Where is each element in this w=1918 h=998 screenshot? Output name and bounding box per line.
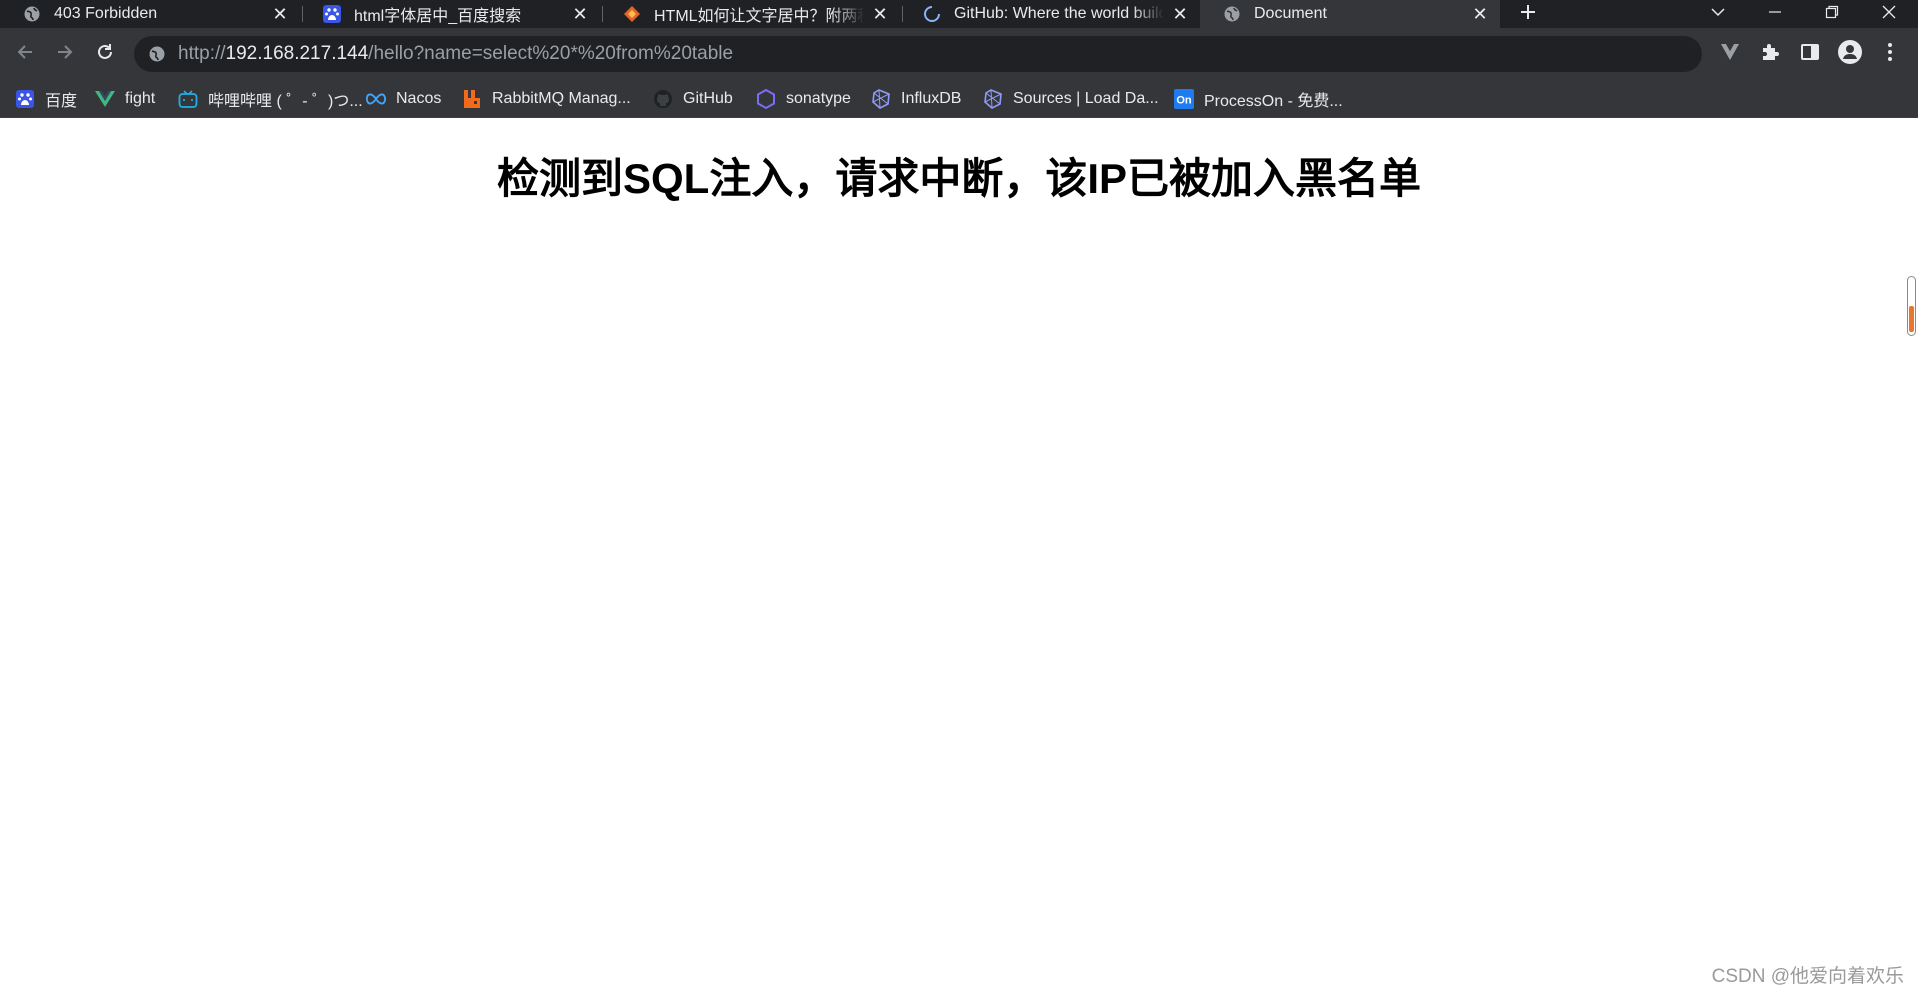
bookmark-influxdb[interactable]: InfluxDB: [871, 81, 961, 117]
globe-icon: [1222, 4, 1242, 24]
processon-icon: On: [1174, 89, 1194, 109]
bookmark-label: Sources | Load Da...: [1013, 90, 1159, 107]
tab-title: HTML如何让文字居中？附两种方法: [654, 8, 864, 25]
arrow-right-icon: [55, 42, 75, 67]
vue-devtools-icon: [1720, 43, 1740, 66]
reload-button[interactable]: [89, 38, 121, 70]
close-tab-icon[interactable]: ✕: [570, 4, 590, 24]
url-scheme: http://: [178, 43, 226, 64]
extensions-button[interactable]: [1754, 38, 1786, 70]
bookmark-fight[interactable]: fight: [95, 81, 155, 117]
tab-403-forbidden[interactable]: 403 Forbidden ✕: [0, 0, 300, 28]
vue-devtools-extension-button[interactable]: [1714, 38, 1746, 70]
bookmark-label: 百度: [45, 93, 78, 110]
tab-html-center-text[interactable]: HTML如何让文字居中？附两种方法 ✕: [600, 0, 900, 28]
site-info-icon[interactable]: [146, 43, 168, 65]
scroll-indicator: [1909, 306, 1914, 332]
tab-github[interactable]: GitHub: Where the world builds ✕: [900, 0, 1200, 28]
tab-strip: 403 Forbidden ✕ html字体居中_百度搜索 ✕ HTML如何让文…: [0, 0, 1918, 28]
bookmark-label: InfluxDB: [901, 90, 962, 107]
plus-icon: [1519, 0, 1537, 28]
bookmark-label: ProcessOn - 免费...: [1204, 93, 1343, 110]
side-panel-button[interactable]: [1794, 38, 1826, 70]
bookmarks-bar: 百度 fight 哔哩哔哩 ( ゜- ゜)つ... Nacos RabbitMQ…: [0, 81, 1918, 118]
close-icon: [1882, 5, 1896, 24]
nacos-icon: [366, 89, 386, 109]
bookmark-sonatype[interactable]: sonatype: [756, 81, 851, 117]
bookmark-label: GitHub: [683, 90, 733, 107]
bookmark-label: Nacos: [396, 90, 442, 107]
close-tab-icon[interactable]: ✕: [870, 4, 890, 24]
close-tab-icon[interactable]: ✕: [1170, 4, 1190, 24]
tab-title: 403 Forbidden: [54, 5, 158, 22]
close-window-button[interactable]: [1864, 0, 1914, 28]
back-button[interactable]: [9, 38, 41, 70]
bookmark-processon[interactable]: On ProcessOn - 免费...: [1174, 81, 1343, 117]
sonatype-icon: [756, 89, 776, 109]
floating-scroll-widget[interactable]: [1907, 276, 1916, 336]
side-panel-icon: [1800, 42, 1820, 67]
minimize-button[interactable]: [1750, 0, 1800, 28]
globe-icon: [22, 4, 42, 24]
bookmark-nacos[interactable]: Nacos: [366, 81, 441, 117]
puzzle-icon: [1760, 42, 1780, 67]
restore-icon: [1825, 5, 1839, 24]
url-path: /hello?name=select%20*%20from%20table: [368, 43, 734, 64]
bookmark-label: RabbitMQ Manag...: [492, 90, 631, 107]
rabbitmq-icon: [462, 89, 482, 109]
github-icon: [653, 89, 673, 109]
address-bar[interactable]: http://192.168.217.144/hello?name=select…: [134, 36, 1702, 72]
tab-title: Document: [1254, 5, 1327, 22]
avatar-icon: [1838, 39, 1862, 69]
baidu-icon: [15, 89, 35, 109]
close-tab-icon[interactable]: ✕: [270, 4, 290, 24]
vue-icon: [95, 89, 115, 109]
tab-search-button[interactable]: [1693, 0, 1743, 28]
bookmark-sources-load-data[interactable]: Sources | Load Da...: [983, 81, 1159, 117]
close-tab-icon[interactable]: ✕: [1470, 4, 1490, 24]
bilibili-icon: [178, 89, 198, 109]
tab-document[interactable]: Document ✕: [1200, 0, 1500, 28]
loading-icon: [922, 4, 942, 24]
svg-text:On: On: [1176, 95, 1192, 107]
reload-icon: [95, 42, 115, 67]
bookmark-label: 哔哩哔哩 ( ゜- ゜)つ...: [208, 93, 363, 110]
page-heading: 检测到SQL注入，请求中断，该IP已被加入黑名单: [496, 155, 1422, 202]
influxdb-icon: [983, 89, 1003, 109]
sitelogo-icon: [622, 4, 642, 24]
tab-title: html字体居中_百度搜索: [354, 8, 522, 25]
bookmark-rabbitmq[interactable]: RabbitMQ Manag...: [462, 81, 631, 117]
tab-title: GitHub: Where the world builds: [954, 5, 1164, 22]
minimize-icon: [1768, 5, 1782, 24]
influxdb-icon: [871, 89, 891, 109]
arrow-left-icon: [15, 42, 35, 67]
bookmark-label: sonatype: [786, 90, 851, 107]
url-host: 192.168.217.144: [225, 43, 369, 64]
url-text[interactable]: http://192.168.217.144/hello?name=select…: [178, 43, 733, 65]
bookmark-label: fight: [125, 90, 156, 107]
chevron-down-icon: [1710, 5, 1726, 23]
more-vert-icon: [1887, 42, 1893, 67]
forward-button[interactable]: [49, 38, 81, 70]
new-tab-button[interactable]: [1512, 0, 1544, 28]
profile-button[interactable]: [1834, 38, 1866, 70]
baidu-icon: [322, 4, 342, 24]
browser-toolbar: http://192.168.217.144/hello?name=select…: [0, 28, 1918, 81]
restore-button[interactable]: [1807, 0, 1857, 28]
tab-baidu-search[interactable]: html字体居中_百度搜索 ✕: [300, 0, 600, 28]
menu-button[interactable]: [1874, 38, 1906, 70]
watermark: CSDN @他爱向着欢乐: [1711, 966, 1904, 987]
bookmark-baidu[interactable]: 百度: [15, 81, 77, 117]
bookmark-github[interactable]: GitHub: [653, 81, 733, 117]
bookmark-bilibili[interactable]: 哔哩哔哩 ( ゜- ゜)つ...: [178, 81, 363, 117]
